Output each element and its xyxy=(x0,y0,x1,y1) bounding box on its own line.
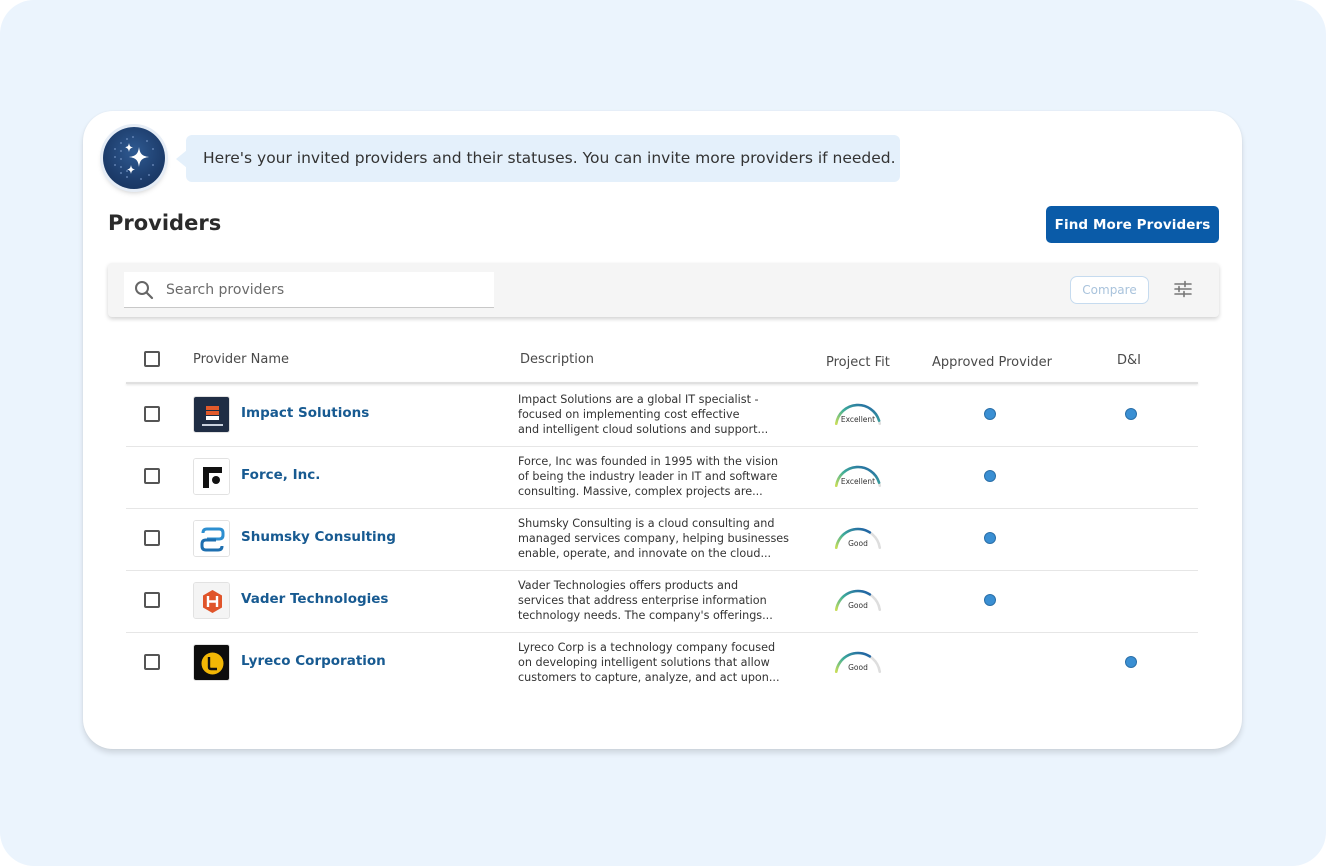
row-checkbox[interactable] xyxy=(144,592,160,608)
column-header-description[interactable]: Description xyxy=(520,352,594,367)
project-fit-gauge: Good xyxy=(832,585,884,617)
impact-logo xyxy=(194,397,229,432)
search-input[interactable] xyxy=(166,272,486,307)
vader-logo xyxy=(194,583,229,618)
description-line: Shumsky Consulting is a cloud consulting… xyxy=(518,517,775,530)
description-line: technology needs. The company's offering… xyxy=(518,609,773,622)
approved-provider-indicator xyxy=(984,470,996,482)
project-fit-label: Good xyxy=(848,539,868,548)
approved-provider-indicator xyxy=(984,594,996,606)
project-fit-label: Good xyxy=(848,663,868,672)
row-checkbox[interactable] xyxy=(144,468,160,484)
project-fit-label: Excellent xyxy=(840,415,876,424)
project-fit-gauge: Good xyxy=(832,647,884,679)
description-line: focused on implementing cost effective xyxy=(518,408,740,421)
dni-indicator xyxy=(1125,656,1137,668)
row-checkbox[interactable] xyxy=(144,406,160,422)
force-logo xyxy=(194,459,229,494)
assistant-avatar xyxy=(103,127,165,189)
row-checkbox[interactable] xyxy=(144,530,160,546)
description-line: managed services company, helping busine… xyxy=(518,532,789,545)
description-line: enable, operate, and innovate on the clo… xyxy=(518,547,772,560)
project-fit-gauge: Excellent xyxy=(832,399,884,431)
description-line: Impact Solutions are a global IT special… xyxy=(518,393,759,406)
provider-logo xyxy=(193,520,230,557)
provider-logo xyxy=(193,582,230,619)
description-line: and intelligent cloud solutions and supp… xyxy=(518,423,769,436)
column-header-dni[interactable]: D&I xyxy=(1117,353,1141,368)
project-fit-label: Good xyxy=(848,601,868,610)
assistant-message: Here's your invited providers and their … xyxy=(186,135,900,182)
compare-button[interactable]: Compare xyxy=(1070,276,1149,304)
shumsky-logo xyxy=(194,521,229,556)
provider-logo xyxy=(193,396,230,433)
row-checkbox[interactable] xyxy=(144,654,160,670)
provider-name-link[interactable]: Force, Inc. xyxy=(241,467,320,483)
approved-provider-indicator xyxy=(984,532,996,544)
description-line: of being the industry leader in IT and s… xyxy=(518,470,778,483)
provider-description: Vader Technologies offers products and se… xyxy=(518,578,788,623)
select-all-checkbox[interactable] xyxy=(144,351,160,367)
provider-name-link[interactable]: Shumsky Consulting xyxy=(241,529,396,545)
search-icon xyxy=(135,281,154,300)
provider-name-link[interactable]: Lyreco Corporation xyxy=(241,653,386,669)
project-fit-label: Excellent xyxy=(840,477,876,486)
description-line: services that address enterprise informa… xyxy=(518,594,767,607)
provider-description: Lyreco Corp is a technology company focu… xyxy=(518,640,788,685)
description-line: Force, Inc was founded in 1995 with the … xyxy=(518,455,779,468)
provider-name-link[interactable]: Vader Technologies xyxy=(241,591,388,607)
project-fit-gauge: Excellent xyxy=(832,461,884,493)
column-header-provider-name[interactable]: Provider Name xyxy=(193,352,289,367)
column-header-project-fit[interactable]: Project Fit xyxy=(826,355,890,370)
description-line: consulting. Massive, complex projects ar… xyxy=(518,485,763,498)
table-toolbar: Compare xyxy=(108,263,1219,317)
description-line: customers to capture, analyze, and act u… xyxy=(518,671,780,684)
provider-logo xyxy=(193,644,230,681)
provider-description: Impact Solutions are a global IT special… xyxy=(518,392,788,437)
description-line: on developing intelligent solutions that… xyxy=(518,656,770,669)
provider-logo xyxy=(193,458,230,495)
search-field xyxy=(124,272,494,308)
filter-sliders-icon[interactable] xyxy=(1173,280,1193,298)
provider-name-link[interactable]: Impact Solutions xyxy=(241,405,369,421)
description-line: Lyreco Corp is a technology company focu… xyxy=(518,641,776,654)
approved-provider-indicator xyxy=(984,408,996,420)
page-title: Providers xyxy=(108,211,222,235)
lyreco-logo xyxy=(194,645,229,680)
description-line: Vader Technologies offers products and xyxy=(518,579,739,592)
provider-description: Shumsky Consulting is a cloud consulting… xyxy=(518,516,789,561)
provider-description: Force, Inc was founded in 1995 with the … xyxy=(518,454,788,499)
dni-indicator xyxy=(1125,408,1137,420)
sparkle-icon xyxy=(114,136,154,180)
project-fit-gauge: Good xyxy=(832,523,884,555)
column-header-approved-provider[interactable]: Approved Provider xyxy=(932,355,1052,370)
find-more-providers-button[interactable]: Find More Providers xyxy=(1046,206,1219,243)
